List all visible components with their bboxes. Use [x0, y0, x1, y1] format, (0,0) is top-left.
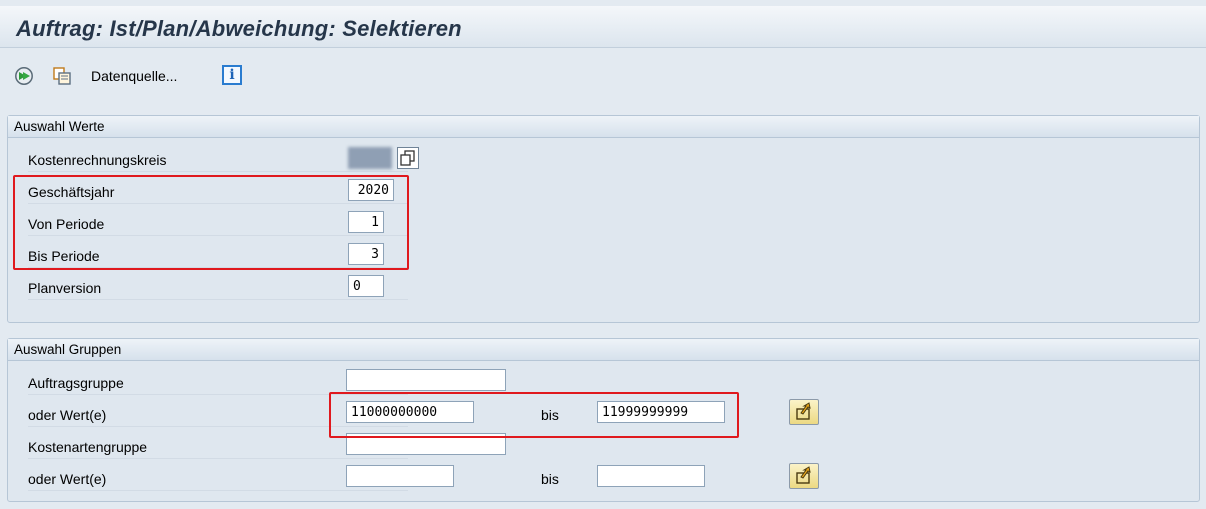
group-auswahl-gruppen: Auswahl Gruppen Auftragsgruppe oder Wert… [7, 338, 1200, 502]
title-bar: Auftrag: Ist/Plan/Abweichung: Selektiere… [0, 6, 1206, 48]
multiple-selection-button[interactable] [789, 399, 819, 425]
bis-label: bis [541, 407, 559, 423]
von-periode-field[interactable]: 1 [348, 211, 384, 233]
bis-periode-field[interactable]: 3 [348, 243, 384, 265]
page-title: Auftrag: Ist/Plan/Abweichung: Selektiere… [16, 16, 462, 41]
screen: Auftrag: Ist/Plan/Abweichung: Selektiere… [0, 0, 1206, 509]
datasource-button[interactable]: Datenquelle... [91, 68, 177, 84]
kostenrechnungskreis-input[interactable] [348, 147, 392, 169]
copy-icon[interactable] [397, 147, 419, 169]
info-icon[interactable]: i [222, 65, 242, 85]
auftrag-von-field[interactable]: 11000000000 [346, 401, 474, 423]
toolbar: Datenquelle... i [0, 58, 1206, 94]
execute-clock-icon[interactable] [14, 66, 34, 86]
group-auswahl-werte: Auswahl Werte Kostenrechnungskreis Gesch… [7, 115, 1200, 323]
auftragsgruppe-field[interactable] [346, 369, 506, 391]
kostenart-von-field[interactable] [346, 465, 454, 487]
kostenart-bis-field[interactable] [597, 465, 705, 487]
multiple-selection-button[interactable] [789, 463, 819, 489]
planversion-field[interactable]: 0 [348, 275, 384, 297]
group-heading: Auswahl Werte [8, 116, 1199, 138]
geschaeftsjahr-field[interactable]: 2020 [348, 179, 394, 201]
bis-label: bis [541, 471, 559, 487]
auftrag-bis-field[interactable]: 11999999999 [597, 401, 725, 423]
kostenartengruppe-field[interactable] [346, 433, 506, 455]
group-heading: Auswahl Gruppen [8, 339, 1199, 361]
copy-variant-icon[interactable] [52, 66, 72, 86]
